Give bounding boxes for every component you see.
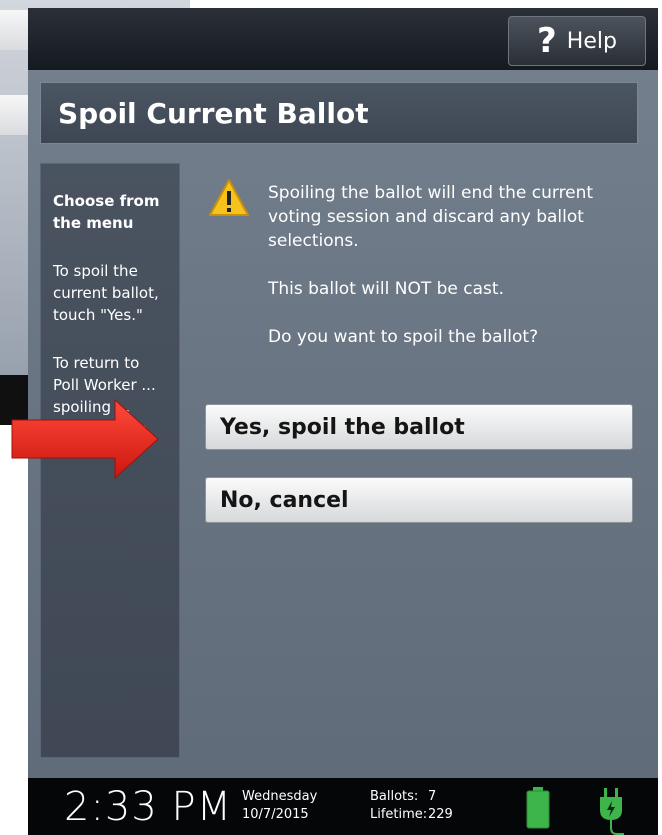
warning-message: Spoiling the ballot will end the current… [268, 183, 594, 251]
yes-spoil-button[interactable]: Yes, spoil the ballot [205, 404, 633, 450]
sidebar-instruction-yes: To spoil the current ballot, touch "Yes.… [53, 262, 159, 324]
help-button[interactable]: ? Help [508, 16, 646, 66]
status-bar: 2:33 PM Wednesday 10/7/2015 Ballots: 7 Li… [28, 778, 658, 835]
date-display: Wednesday 10/7/2015 [242, 788, 317, 824]
message-area: Spoiling the ballot will end the current… [268, 181, 608, 373]
sidebar-heading: Choose from the menu [53, 192, 160, 232]
ballots-label: Ballots: [370, 789, 419, 804]
help-label: Help [566, 28, 617, 54]
ballots-value: 7 [428, 789, 437, 804]
no-cancel-button[interactable]: No, cancel [205, 477, 633, 523]
date-label: 10/7/2015 [242, 807, 309, 822]
lifetime-label: Lifetime: [370, 807, 428, 822]
red-arrow-annotation [11, 398, 159, 480]
power-plug-icon [600, 788, 624, 835]
top-bar: ? Help [28, 8, 658, 70]
ballot-counters: Ballots: 7 Lifetime:229 [370, 788, 453, 824]
clock: 2:33 PM [64, 784, 233, 830]
help-icon: ? [537, 21, 557, 61]
lifetime-value: 229 [428, 807, 453, 822]
warning-icon [209, 179, 249, 216]
page-title: Spoil Current Ballot [40, 82, 638, 144]
battery-icon [526, 787, 550, 829]
not-cast-message: This ballot will NOT be cast. [268, 279, 504, 299]
day-label: Wednesday [242, 789, 318, 804]
confirm-question: Do you want to spoil the ballot? [268, 327, 539, 347]
